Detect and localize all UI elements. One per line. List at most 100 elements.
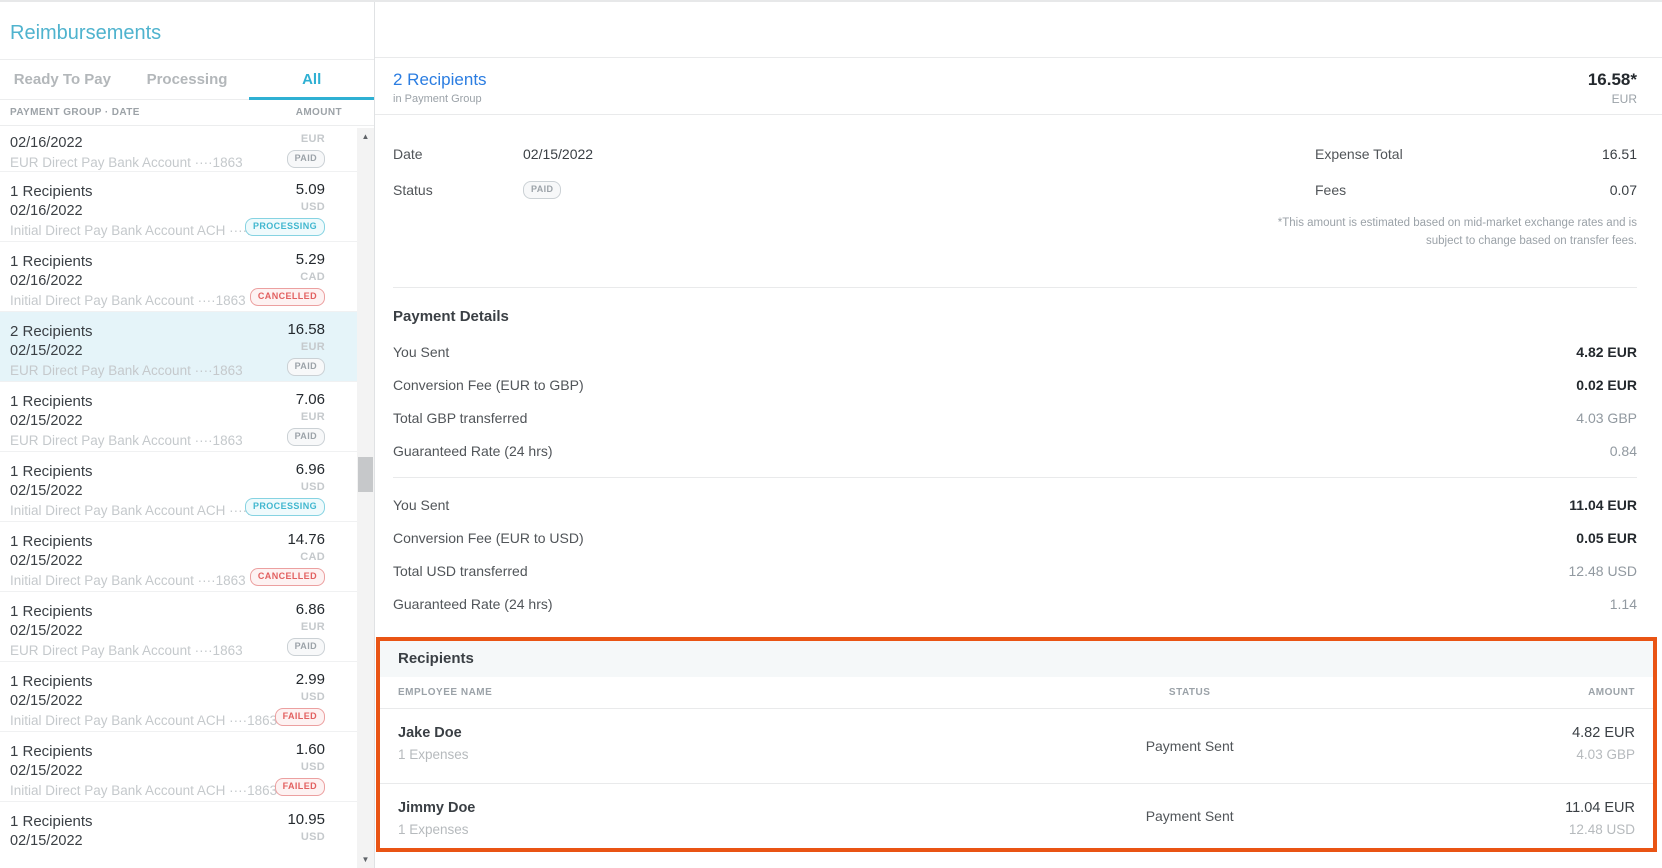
expense-total-value: 16.51: [1602, 146, 1637, 162]
item-currency: EUR: [301, 410, 325, 424]
status-badge: PROCESSING: [245, 218, 325, 236]
item-recipients: 1 Recipients: [10, 393, 325, 411]
payment-group-detail-panel: 2 Recipients in Payment Group 16.58* EUR…: [375, 2, 1662, 868]
item-amount: 10.95: [287, 811, 325, 829]
date-value: 02/15/2022: [523, 146, 593, 162]
expense-total-label: Expense Total: [1315, 146, 1403, 162]
item-amount: 2.99: [296, 671, 325, 689]
recipient-status: Payment Sent: [992, 738, 1388, 754]
recipient-expenses: 1 Expenses: [398, 822, 992, 837]
list-item[interactable]: 1 Recipients 02/15/2022 Initial Direct P…: [0, 732, 357, 802]
fees-value: 0.07: [1610, 182, 1637, 198]
status-badge: PAID: [287, 638, 325, 656]
list-item[interactable]: 1 Recipients 02/15/2022 EUR Direct Pay B…: [0, 592, 357, 662]
status-badge: PAID: [287, 150, 325, 168]
item-currency: USD: [301, 200, 325, 214]
item-account: EUR Direct Pay Bank Account ····1863: [10, 363, 325, 379]
item-currency: USD: [301, 830, 325, 844]
item-recipients: 1 Recipients: [10, 603, 325, 621]
list-item[interactable]: 1 Recipients 02/16/2022 Initial Direct P…: [0, 242, 357, 312]
payment-groups-sidebar: Reimbursements Ready To Pay Processing A…: [0, 2, 375, 868]
scroll-down-arrow-icon[interactable]: ▼: [357, 851, 374, 868]
detail-total-amount: 16.58*: [1588, 70, 1637, 90]
status-badge: FAILED: [275, 778, 325, 796]
guaranteed-rate-label: Guaranteed Rate (24 hrs): [393, 443, 553, 459]
detail-total-currency: EUR: [1588, 92, 1637, 106]
guaranteed-rate-value: 1.14: [1610, 596, 1637, 612]
item-amount: 5.09: [296, 181, 325, 199]
recipients-heading: Recipients: [380, 641, 1653, 677]
fees-label: Fees: [1315, 182, 1346, 198]
you-sent-value: 11.04 EUR: [1569, 497, 1637, 513]
tab-all[interactable]: All: [249, 60, 374, 99]
you-sent-value: 4.82 EUR: [1576, 344, 1637, 360]
total-transferred-label: Total USD transferred: [393, 563, 528, 579]
item-amount: 7.06: [296, 391, 325, 409]
recipient-row[interactable]: Jake Doe 1 Expenses Payment Sent 4.82 EU…: [380, 709, 1653, 784]
estimate-footnote: *This amount is estimated based on mid-m…: [1245, 215, 1637, 251]
item-date: 02/16/2022: [10, 135, 325, 152]
payment-details-heading: Payment Details: [393, 308, 1637, 325]
tab-processing[interactable]: Processing: [125, 60, 250, 99]
status-badge: PROCESSING: [245, 498, 325, 516]
item-amount: 5.29: [296, 251, 325, 269]
conversion-fee-value: 0.05 EUR: [1576, 530, 1637, 546]
total-transferred-label: Total GBP transferred: [393, 410, 527, 426]
status-badge: CANCELLED: [250, 288, 325, 306]
list-item[interactable]: 1 Recipients 02/16/2022 Initial Direct P…: [0, 172, 357, 242]
status-label: Status: [393, 182, 523, 198]
scrollbar-thumb[interactable]: [358, 457, 373, 492]
guaranteed-rate-value: 0.84: [1610, 443, 1637, 459]
recipient-amount-secondary: 4.03 GBP: [1388, 747, 1635, 762]
list-item[interactable]: 1 Recipients 02/15/2022 Initial Direct P…: [0, 522, 357, 592]
list-item[interactable]: 1 Recipients 02/15/2022 10.95 USD: [0, 802, 357, 868]
column-header-status: STATUS: [992, 687, 1388, 698]
list-item-selected[interactable]: 2 Recipients 02/15/2022 EUR Direct Pay B…: [0, 312, 357, 382]
status-badge: FAILED: [275, 708, 325, 726]
status-badge: PAID: [287, 428, 325, 446]
list-item[interactable]: 1 Recipients 02/15/2022 Initial Direct P…: [0, 662, 357, 732]
list-item[interactable]: 1 Recipients 02/15/2022 Initial Direct P…: [0, 452, 357, 522]
conversion-fee-label: Conversion Fee (EUR to USD): [393, 530, 584, 546]
recipient-name: Jimmy Doe: [398, 800, 992, 817]
list-item[interactable]: 02/16/2022 EUR Direct Pay Bank Account ·…: [0, 127, 357, 172]
item-amount: 6.96: [296, 461, 325, 479]
recipient-expenses: 1 Expenses: [398, 747, 992, 762]
list-scrollbar[interactable]: ▲ ▼: [357, 128, 374, 868]
scroll-up-arrow-icon[interactable]: ▲: [357, 128, 374, 145]
item-date: 02/15/2022: [10, 343, 325, 360]
recipients-section-highlighted: Recipients EMPLOYEE NAME STATUS AMOUNT J…: [376, 637, 1657, 852]
column-header-payment-group-date: PAYMENT GROUP · DATE: [10, 107, 140, 118]
item-amount: 1.60: [296, 741, 325, 759]
list-column-headers: PAYMENT GROUP · DATE AMOUNT: [0, 100, 374, 126]
conversion-fee-value: 0.02 EUR: [1576, 377, 1637, 393]
status-badge: PAID: [287, 358, 325, 376]
recipient-amount-secondary: 12.48 USD: [1388, 822, 1635, 837]
list-item[interactable]: 1 Recipients 02/15/2022 EUR Direct Pay B…: [0, 382, 357, 452]
item-currency: CAD: [300, 270, 325, 284]
detail-title: 2 Recipients: [393, 70, 487, 90]
recipient-name: Jake Doe: [398, 725, 992, 742]
date-label: Date: [393, 146, 523, 162]
page-title: Reimbursements: [0, 2, 374, 60]
item-currency: CAD: [300, 550, 325, 564]
tab-ready-to-pay[interactable]: Ready To Pay: [0, 60, 125, 99]
item-amount: 16.58: [287, 321, 325, 339]
item-currency: EUR: [301, 132, 325, 146]
recipients-table-header: EMPLOYEE NAME STATUS AMOUNT: [380, 677, 1653, 709]
item-currency: EUR: [301, 340, 325, 354]
item-account: EUR Direct Pay Bank Account ····1863: [10, 643, 325, 659]
payment-group-divider: [393, 477, 1637, 478]
column-header-amount: AMOUNT: [296, 107, 342, 118]
recipient-amount: 4.82 EUR: [1388, 725, 1635, 742]
item-date: 02/15/2022: [10, 623, 325, 640]
recipient-row[interactable]: Jimmy Doe 1 Expenses Payment Sent 11.04 …: [380, 784, 1653, 848]
detail-header: 2 Recipients in Payment Group 16.58* EUR: [375, 58, 1662, 115]
conversion-fee-label: Conversion Fee (EUR to GBP): [393, 377, 584, 393]
item-amount: 14.76: [287, 531, 325, 549]
reimbursements-app: Reimbursements Ready To Pay Processing A…: [0, 0, 1662, 868]
item-currency: USD: [301, 760, 325, 774]
item-recipients: 1 Recipients: [10, 813, 325, 831]
recipient-amount: 11.04 EUR: [1388, 800, 1635, 817]
item-date: 02/15/2022: [10, 833, 325, 850]
